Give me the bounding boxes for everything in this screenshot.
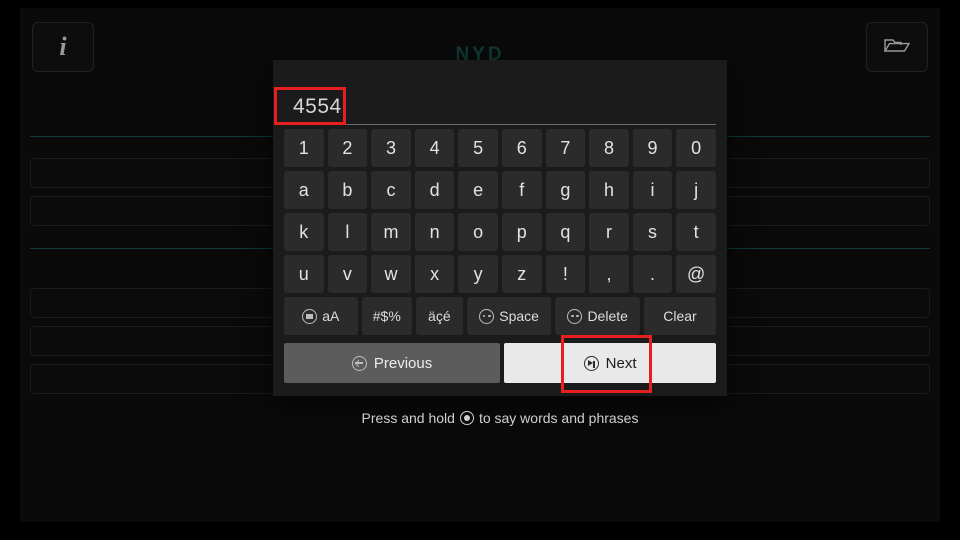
previous-label: Previous [373, 354, 433, 372]
key-3[interactable]: 3 [371, 129, 411, 167]
key-v[interactable]: v [327, 255, 368, 293]
key-w[interactable]: w [371, 255, 411, 293]
key-row-k-t: k l m n o p q r s t [284, 213, 716, 251]
key-6[interactable]: 6 [501, 129, 542, 167]
search-input[interactable]: 4554 [284, 90, 352, 124]
accents-key[interactable]: äçé [415, 297, 463, 335]
key-h[interactable]: h [589, 171, 629, 209]
text-input-area: 4554 [284, 90, 716, 125]
voice-button-icon [459, 411, 474, 425]
key-p[interactable]: p [501, 213, 542, 251]
key-a[interactable]: a [284, 171, 324, 209]
symbols-key[interactable]: #$% [361, 297, 412, 335]
key-period[interactable]: . [632, 255, 673, 293]
key-o[interactable]: o [458, 213, 498, 251]
key-t[interactable]: t [676, 213, 716, 251]
space-label: Space [499, 308, 539, 324]
key-d[interactable]: d [414, 171, 455, 209]
key-grid: 1 2 3 4 5 6 7 8 9 0 a b c d e f g h i j … [284, 129, 716, 339]
key-x[interactable]: x [414, 255, 455, 293]
space-key[interactable]: Space [466, 297, 552, 335]
key-comma[interactable]: , [589, 255, 629, 293]
key-m[interactable]: m [371, 213, 411, 251]
onscreen-keyboard-dialog: 4554 1 2 3 4 5 6 7 8 9 0 a b c d e f g h… [273, 60, 727, 396]
key-at[interactable]: @ [676, 255, 716, 293]
key-c[interactable]: c [371, 171, 411, 209]
play-pause-icon [583, 355, 599, 371]
app-surface: i NYD Add A Store Delete A Store Live TV… [20, 8, 940, 522]
info-button[interactable]: i [32, 22, 94, 72]
key-row-numbers: 1 2 3 4 5 6 7 8 9 0 [284, 129, 716, 167]
key-i[interactable]: i [632, 171, 673, 209]
voice-hint: Press and hold to say words and phrases [273, 410, 727, 426]
key-e[interactable]: e [458, 171, 498, 209]
key-f[interactable]: f [501, 171, 542, 209]
key-5[interactable]: 5 [458, 129, 498, 167]
key-1[interactable]: 1 [284, 129, 324, 167]
key-r[interactable]: r [589, 213, 629, 251]
dialog-nav-row: Previous Next [284, 343, 716, 383]
folder-icon [882, 33, 912, 62]
key-row-functions: aA #$% äçé Space Delete Clear [284, 297, 716, 335]
key-n[interactable]: n [414, 213, 455, 251]
voice-hint-suffix: to say words and phrases [478, 410, 639, 426]
case-toggle-label: aA [322, 308, 340, 324]
key-y[interactable]: y [458, 255, 498, 293]
remote-button-icon [567, 308, 583, 324]
key-7[interactable]: 7 [545, 129, 586, 167]
key-s[interactable]: s [632, 213, 673, 251]
key-9[interactable]: 9 [632, 129, 673, 167]
key-8[interactable]: 8 [589, 129, 629, 167]
info-icon: i [59, 32, 67, 61]
key-0[interactable]: 0 [676, 129, 716, 167]
input-underline [284, 124, 716, 125]
key-row-a-j: a b c d e f g h i j [284, 171, 716, 209]
key-u[interactable]: u [284, 255, 324, 293]
key-l[interactable]: l [327, 213, 368, 251]
key-row-u-at: u v w x y z ! , . @ [284, 255, 716, 293]
key-exclamation[interactable]: ! [545, 255, 586, 293]
delete-key[interactable]: Delete [555, 297, 640, 335]
tv-screen: i NYD Add A Store Delete A Store Live TV… [0, 0, 960, 540]
case-toggle-key[interactable]: aA [284, 297, 358, 335]
folder-button[interactable] [866, 22, 928, 72]
remote-button-icon [479, 308, 495, 324]
key-k[interactable]: k [284, 213, 324, 251]
key-4[interactable]: 4 [414, 129, 455, 167]
key-q[interactable]: q [545, 213, 586, 251]
back-arrow-icon [351, 355, 367, 371]
key-j[interactable]: j [676, 171, 716, 209]
key-b[interactable]: b [327, 171, 368, 209]
key-2[interactable]: 2 [327, 129, 368, 167]
previous-button[interactable]: Previous [284, 343, 501, 383]
keyboard-layout-icon [302, 308, 318, 324]
key-g[interactable]: g [545, 171, 586, 209]
clear-key[interactable]: Clear [643, 297, 716, 335]
delete-label: Delete [587, 308, 628, 324]
voice-hint-prefix: Press and hold [361, 410, 455, 426]
next-label: Next [605, 354, 637, 372]
key-z[interactable]: z [501, 255, 542, 293]
next-button[interactable]: Next [504, 343, 716, 383]
